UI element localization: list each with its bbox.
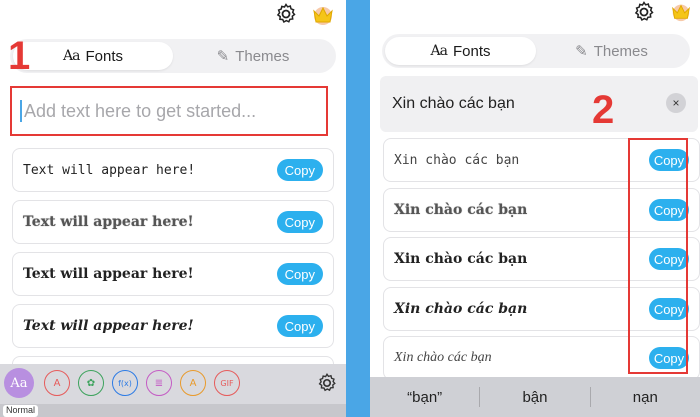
step-number-1: 1: [8, 34, 31, 78]
font-preview-text: Text will appear here!: [23, 266, 194, 282]
left-screen: Aa Fonts ✎ Themes 1 Text will appear her…: [0, 0, 346, 417]
font-preview-text: Text will appear here!: [23, 318, 194, 334]
font-preview-text: Xin chào các bạn: [394, 301, 528, 317]
style-tab-normal[interactable]: Normal: [3, 405, 39, 417]
font-result-card[interactable]: Text will appear here! Copy: [12, 148, 334, 192]
tab-themes[interactable]: ✎ Themes: [536, 37, 687, 65]
tab-fonts[interactable]: Aa Fonts: [385, 37, 536, 65]
palette-icon: ✎: [575, 43, 588, 60]
font-preview-text: Xin chào các bạn: [394, 202, 528, 218]
font-result-card[interactable]: Text will appear here! Copy: [12, 252, 334, 296]
step-number-2: 2: [592, 88, 615, 132]
text-input[interactable]: [24, 100, 314, 122]
copy-buttons-highlight: [628, 138, 688, 374]
symbols-tool-icon[interactable]: f(x): [112, 370, 138, 396]
tab-bar: Aa Fonts ✎ Themes: [10, 39, 336, 73]
text-input-box[interactable]: [10, 86, 328, 136]
crown-icon[interactable]: [668, 0, 694, 24]
text-input-filled[interactable]: Xin chào các bạn: [380, 76, 698, 132]
crown-icon[interactable]: [310, 2, 336, 26]
copy-button[interactable]: Copy: [276, 315, 323, 337]
fonts-icon: Aa: [63, 48, 80, 64]
keyboard-suggestions: “bạn” bận nạn: [370, 377, 700, 417]
input-text: Xin chào các bạn: [392, 95, 515, 112]
suggestion-item[interactable]: bận: [480, 389, 589, 406]
suggestion-item[interactable]: nạn: [591, 389, 700, 406]
notes-tool-icon[interactable]: ≣: [146, 370, 172, 396]
tab-themes[interactable]: ✎ Themes: [173, 42, 333, 70]
font-preview-text: Xin chào các bạn: [394, 251, 528, 267]
clear-button[interactable]: ×: [666, 93, 686, 113]
font-preview-text: Xin chào các bạn: [394, 350, 492, 365]
panel-divider: [346, 0, 370, 417]
tab-fonts[interactable]: Aa Fonts: [13, 42, 173, 70]
gear-icon[interactable]: [274, 2, 298, 26]
tab-fonts-label: Fonts: [452, 42, 491, 60]
text-caret: [20, 100, 22, 122]
right-screen: Aa Fonts ✎ Themes Xin chào các bạn × 2 X…: [370, 0, 700, 417]
tab-bar: Aa Fonts ✎ Themes: [382, 34, 690, 68]
text-art-tool-icon[interactable]: A: [44, 370, 70, 396]
copy-button[interactable]: Copy: [276, 211, 323, 233]
font-preview-text: Text will appear here!: [23, 214, 194, 230]
tab-fonts-label: Fonts: [85, 47, 123, 65]
copy-button[interactable]: Copy: [276, 263, 323, 285]
palette-icon: ✎: [216, 48, 230, 65]
font-result-card[interactable]: Text will appear here! Copy: [12, 200, 334, 244]
fonts-icon: Aa: [430, 43, 448, 59]
tab-themes-label: Themes: [593, 42, 648, 60]
copy-button[interactable]: Copy: [276, 159, 323, 181]
gear-icon[interactable]: [632, 0, 656, 24]
font-preview-text: Xin chào các bạn: [394, 152, 520, 168]
font-result-card[interactable]: Text will appear here! Copy: [12, 304, 334, 348]
keyboard-settings-icon[interactable]: [316, 372, 338, 399]
fonts-tool-icon[interactable]: Aa: [4, 368, 34, 398]
tab-themes-label: Themes: [235, 47, 290, 65]
emoji-tool-icon[interactable]: ✿: [78, 370, 104, 396]
font-style-tool-icon[interactable]: A: [180, 370, 206, 396]
suggestion-item[interactable]: “bạn”: [370, 389, 479, 406]
keyboard-style-strip: Normal: [0, 404, 346, 417]
gif-tool-icon[interactable]: GIF: [214, 370, 240, 396]
font-preview-text: Text will appear here!: [23, 162, 196, 178]
